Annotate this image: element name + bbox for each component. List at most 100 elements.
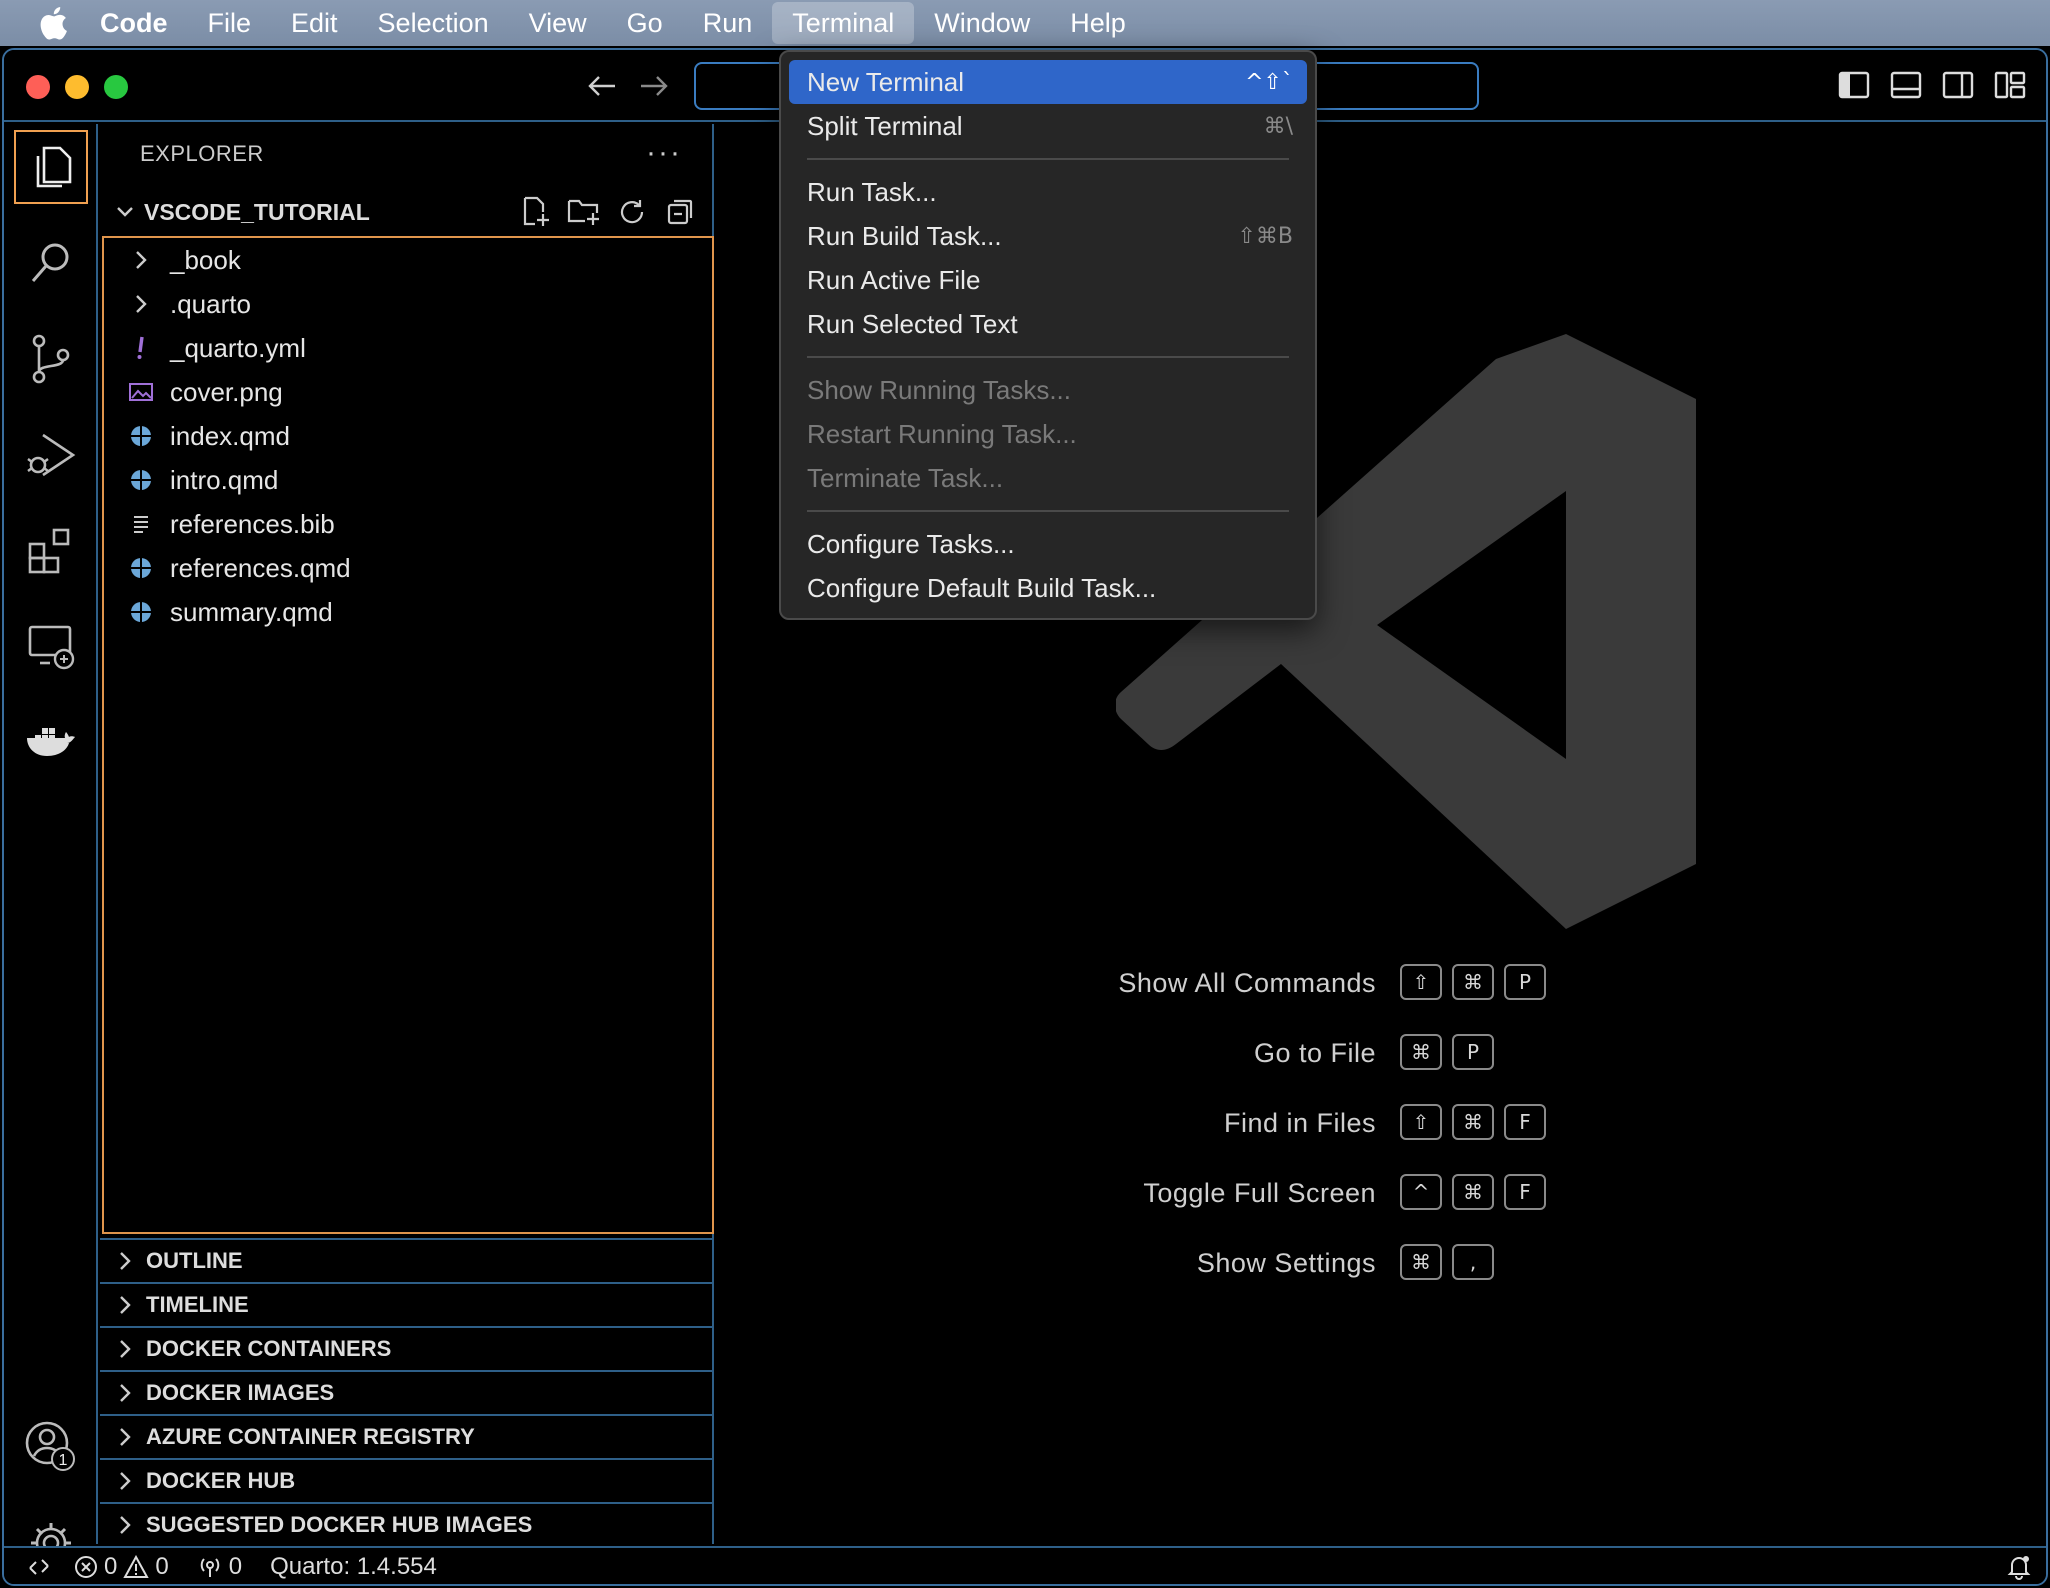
search-icon[interactable] <box>14 226 88 300</box>
tree-item-intro-qmd[interactable]: intro.qmd <box>104 458 712 502</box>
more-actions-icon[interactable]: ··· <box>646 136 682 170</box>
menu-selection[interactable]: Selection <box>358 0 509 46</box>
tree-item-label: index.qmd <box>170 420 290 451</box>
collapse-all-icon[interactable] <box>662 194 698 230</box>
section-suggested-docker-hub-images[interactable]: SUGGESTED DOCKER HUB IMAGES <box>100 1502 714 1546</box>
zoom-window-button[interactable] <box>104 75 128 99</box>
section-label: DOCKER IMAGES <box>146 1380 335 1405</box>
tree-item-references-qmd[interactable]: references.qmd <box>104 546 712 590</box>
menu-go[interactable]: Go <box>607 0 683 46</box>
key-command: ⌘ <box>1452 964 1494 1000</box>
menu-item-new-terminal[interactable]: New Terminal ^⇧` <box>789 60 1307 104</box>
section-azure-container-registry[interactable]: AZURE CONTAINER REGISTRY <box>100 1414 714 1458</box>
refresh-icon[interactable] <box>614 194 650 230</box>
shortcut-keys: ^ ⌘ F <box>1400 1174 1546 1210</box>
shortcut-go-to-file[interactable]: Go to File ⌘ P <box>1016 1034 1816 1074</box>
docker-icon[interactable] <box>14 706 88 780</box>
tree-item-cover-png[interactable]: cover.png <box>104 370 712 414</box>
toggle-secondary-sidebar-icon[interactable] <box>1942 70 1976 102</box>
menu-separator <box>807 356 1289 358</box>
menu-edit[interactable]: Edit <box>271 0 358 46</box>
chevron-right-icon <box>110 1339 140 1359</box>
menu-item-run-task[interactable]: Run Task... <box>789 170 1307 214</box>
run-debug-icon[interactable] <box>14 418 88 492</box>
menu-item-show-running-tasks: Show Running Tasks... <box>789 368 1307 412</box>
tree-item-label: references.bib <box>170 508 335 539</box>
close-window-button[interactable] <box>26 75 50 99</box>
chevron-right-icon <box>110 1427 140 1447</box>
section-docker-images[interactable]: DOCKER IMAGES <box>100 1370 714 1414</box>
menu-item-split-terminal[interactable]: Split Terminal ⌘\ <box>789 104 1307 148</box>
quarto-version[interactable]: Quarto: 1.4.554 <box>270 1553 437 1581</box>
menu-app-name[interactable]: Code <box>80 0 188 46</box>
menu-window[interactable]: Window <box>914 0 1050 46</box>
chevron-right-icon <box>110 1383 140 1403</box>
menu-item-label: Split Terminal <box>807 110 963 141</box>
key-control: ^ <box>1400 1174 1442 1210</box>
sidebar-title: EXPLORER <box>140 141 264 166</box>
quarto-icon <box>126 421 156 451</box>
shortcut-show-all-commands[interactable]: Show All Commands ⇧ ⌘ P <box>1016 964 1816 1004</box>
remote-explorer-icon[interactable] <box>14 610 88 684</box>
menu-separator <box>807 158 1289 160</box>
customize-layout-icon[interactable] <box>1994 70 2028 102</box>
menu-item-run-selected-text[interactable]: Run Selected Text <box>789 302 1307 346</box>
section-docker-hub[interactable]: DOCKER HUB <box>100 1458 714 1502</box>
accounts-icon[interactable]: 1 <box>14 1410 88 1484</box>
tree-item-references-bib[interactable]: references.bib <box>104 502 712 546</box>
warning-icon <box>123 1555 150 1578</box>
key-letter: P <box>1452 1034 1494 1070</box>
menu-help[interactable]: Help <box>1050 0 1146 46</box>
tree-item-label: summary.qmd <box>170 596 333 627</box>
section-outline[interactable]: OUTLINE <box>100 1238 714 1282</box>
tree-item-summary-qmd[interactable]: summary.qmd <box>104 590 712 634</box>
tree-item-quarto-folder[interactable]: .quarto <box>104 282 712 326</box>
section-docker-containers[interactable]: DOCKER CONTAINERS <box>100 1326 714 1370</box>
menu-item-shortcut: ^⇧` <box>1245 69 1293 95</box>
tree-item-book[interactable]: _book <box>104 238 712 282</box>
shortcut-toggle-full-screen[interactable]: Toggle Full Screen ^ ⌘ F <box>1016 1174 1816 1214</box>
apple-logo-icon[interactable] <box>26 0 80 46</box>
minimize-window-button[interactable] <box>65 75 89 99</box>
workspace-folder-header[interactable]: VSCODE_TUTORIAL <box>100 190 712 234</box>
key-shift: ⇧ <box>1400 1104 1442 1140</box>
toggle-primary-sidebar-icon[interactable] <box>1838 70 1872 102</box>
back-arrow-icon[interactable] <box>582 68 622 104</box>
new-file-icon[interactable] <box>518 194 554 230</box>
remote-indicator-icon[interactable] <box>4 1556 74 1578</box>
problems-indicator[interactable]: 0 0 <box>74 1553 169 1581</box>
menu-item-configure-default-build-task[interactable]: Configure Default Build Task... <box>789 566 1307 610</box>
menu-run[interactable]: Run <box>683 0 773 46</box>
forward-arrow-icon[interactable] <box>634 68 674 104</box>
menu-item-run-active-file[interactable]: Run Active File <box>789 258 1307 302</box>
chevron-down-icon <box>110 206 140 218</box>
menu-item-run-build-task[interactable]: Run Build Task... ⇧⌘B <box>789 214 1307 258</box>
notifications-bell-icon[interactable] <box>2006 1554 2032 1584</box>
tree-item-label: .quarto <box>170 288 251 319</box>
chevron-right-icon <box>126 289 156 319</box>
extensions-icon[interactable] <box>14 514 88 588</box>
broadcast-icon <box>200 1558 220 1577</box>
section-timeline[interactable]: TIMELINE <box>100 1282 714 1326</box>
menu-terminal[interactable]: Terminal <box>772 2 915 44</box>
menu-file[interactable]: File <box>188 0 272 46</box>
tree-item-index-qmd[interactable]: index.qmd <box>104 414 712 458</box>
chevron-right-icon <box>126 245 156 275</box>
tree-item-label: cover.png <box>170 376 283 407</box>
macos-menubar: Code File Edit Selection View Go Run Ter… <box>0 0 2050 46</box>
toggle-panel-icon[interactable] <box>1890 70 1924 102</box>
new-folder-icon[interactable] <box>566 194 602 230</box>
explorer-icon[interactable] <box>14 130 88 204</box>
menu-view[interactable]: View <box>509 0 607 46</box>
tree-item-label: _book <box>170 244 241 275</box>
shortcut-show-settings[interactable]: Show Settings ⌘ , <box>1016 1244 1816 1284</box>
shortcut-find-in-files[interactable]: Find in Files ⇧ ⌘ F <box>1016 1104 1816 1144</box>
tree-item-quarto-yml[interactable]: _quarto.yml <box>104 326 712 370</box>
menu-item-configure-tasks[interactable]: Configure Tasks... <box>789 522 1307 566</box>
chevron-right-icon <box>110 1471 140 1491</box>
shortcut-keys: ⇧ ⌘ P <box>1400 964 1546 1000</box>
source-control-icon[interactable] <box>14 322 88 396</box>
error-icon <box>75 1556 97 1578</box>
menu-item-shortcut: ⌘\ <box>1263 113 1293 139</box>
ports-indicator[interactable]: 0 <box>197 1553 242 1581</box>
